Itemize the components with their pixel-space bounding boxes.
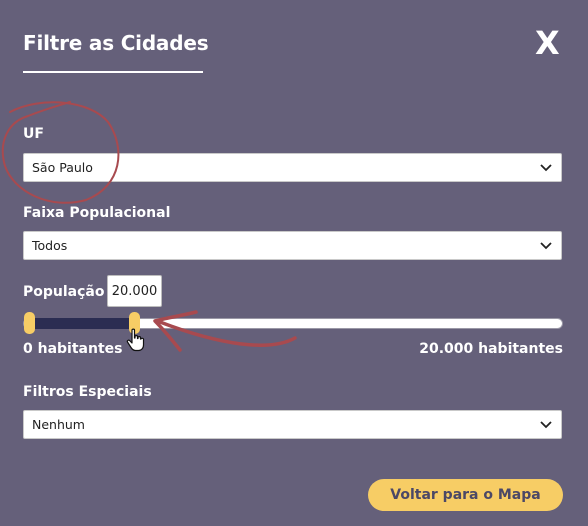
uf-select[interactable]: São Paulo [23,153,562,182]
page-title: Filtre as Cidades [23,31,209,55]
annotation-overlay [1,101,297,352]
title-underline [23,71,203,73]
back-to-map-button[interactable]: Voltar para o Mapa [368,479,563,511]
filtros-label: Filtros Especiais [23,384,152,400]
populacao-label: População [23,284,105,300]
range-min-label: 0 habitantes [23,341,123,357]
chevron-down-icon [531,411,561,438]
chevron-down-icon [531,232,561,259]
population-slider-fill [29,318,135,329]
filtros-select[interactable]: Nenhum [23,410,562,439]
faixa-label: Faixa Populacional [23,205,171,221]
chevron-down-icon [531,154,561,181]
filtros-select-value: Nenhum [32,417,85,432]
uf-select-value: São Paulo [32,160,93,175]
faixa-select-value: Todos [32,238,68,253]
pointer-hand-icon [126,328,145,352]
populacao-input[interactable]: 20.000 [107,275,162,307]
slider-min-handle[interactable] [24,312,35,334]
range-max-label: 20.000 habitantes [419,341,563,357]
uf-label: UF [23,126,44,142]
faixa-select[interactable]: Todos [23,231,562,260]
close-button[interactable]: X [535,27,560,59]
